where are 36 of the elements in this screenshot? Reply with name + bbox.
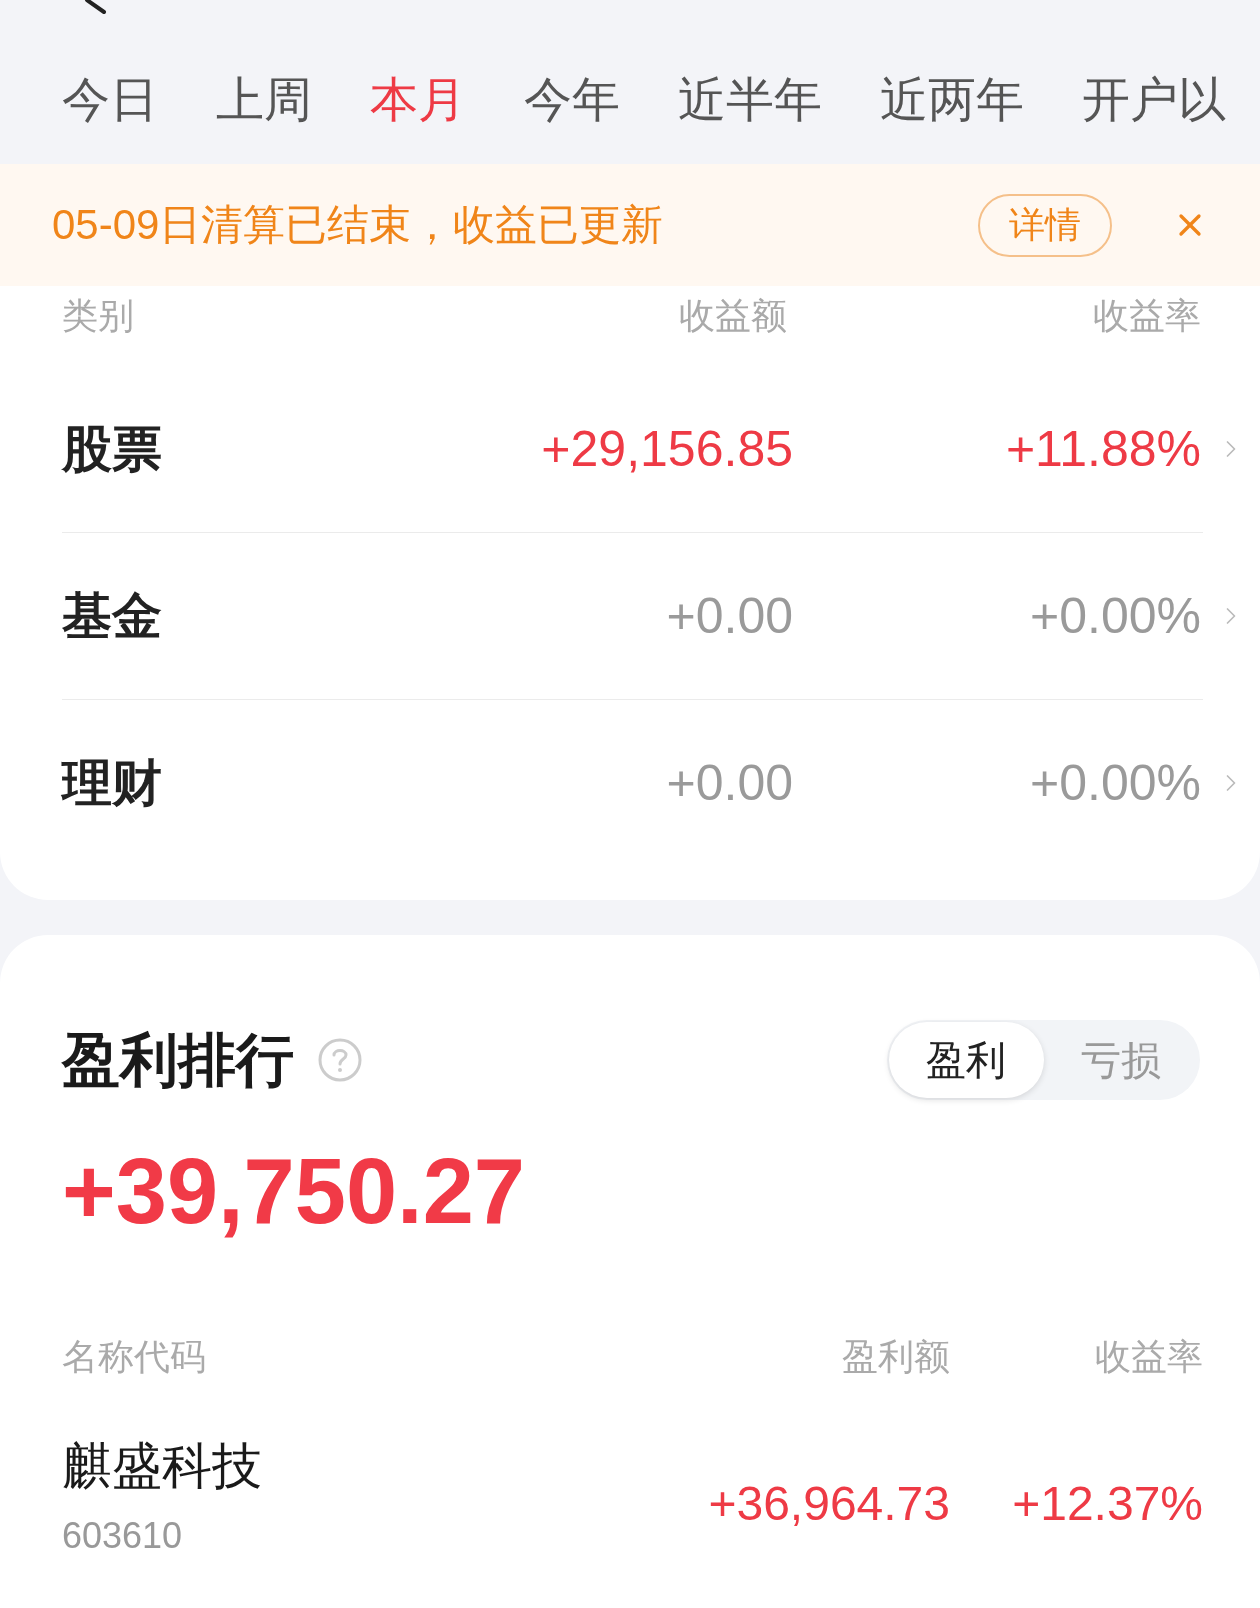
back-icon[interactable]	[84, 0, 108, 14]
category-row[interactable]: 理财 +0.00 +0.00%	[0, 700, 1260, 866]
profit-amount: +36,964.73	[708, 1476, 950, 1532]
period-tab[interactable]: 近两年	[880, 71, 1024, 129]
period-tab[interactable]: 开户以	[1082, 71, 1226, 129]
column-header: 类别	[62, 294, 135, 338]
category-name: 基金	[62, 587, 163, 646]
column-header: 收益额	[678, 294, 787, 338]
category-row[interactable]: 基金 +0.00 +0.00%	[0, 533, 1260, 699]
category-name: 理财	[62, 754, 163, 813]
ranking-title: 盈利排行	[62, 1026, 294, 1095]
stock-row[interactable]: 麒盛科技 603610 +36,964.73 +12.37%	[0, 1436, 1260, 1558]
stock-name: 麒盛科技	[62, 1437, 262, 1497]
notice-text: 05-09日清算已结束，收益已更新	[52, 199, 665, 250]
toggle-tab[interactable]: 盈利	[889, 1022, 1044, 1098]
period-tab[interactable]: 上周	[216, 71, 312, 129]
category-name: 股票	[62, 420, 163, 479]
help-icon[interactable]	[318, 1038, 362, 1082]
column-header: 盈利额	[842, 1335, 950, 1379]
profit-amount: +29,156.85	[540, 420, 793, 479]
category-row[interactable]: 股票 +29,156.85 +11.88%	[0, 366, 1260, 532]
period-tab[interactable]: 今年	[524, 71, 620, 129]
profit-amount: +0.00	[665, 754, 793, 813]
period-tab[interactable]: 今日	[62, 71, 158, 129]
column-header: 收益率	[1094, 1335, 1203, 1379]
profit-amount: +0.00	[665, 587, 793, 646]
stock-code: 603610	[62, 1514, 183, 1558]
total-profit: +39,750.27	[62, 1145, 525, 1237]
period-tab[interactable]: 近半年	[678, 71, 822, 129]
column-header: 名称代码	[62, 1335, 207, 1379]
profit-rate: +0.00%	[1029, 754, 1201, 813]
profit-rate: +11.88%	[1004, 420, 1201, 479]
profit-rate: +0.00%	[1029, 587, 1201, 646]
period-tab[interactable]: 本月	[370, 71, 466, 129]
column-header: 收益率	[1092, 294, 1201, 338]
profit-rate: +12.37%	[1011, 1476, 1203, 1532]
